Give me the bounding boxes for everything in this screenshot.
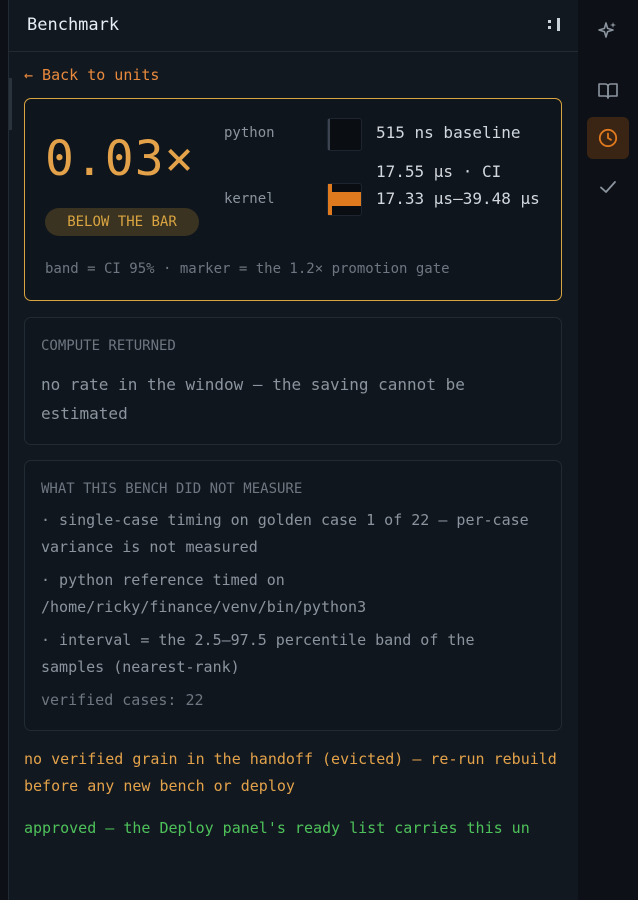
collapse-panel-icon[interactable] [548,18,560,32]
card-caption: WHAT THIS BENCH DID NOT MEASURE [41,481,303,497]
not-measured-card: WHAT THIS BENCH DID NOT MEASURE · single… [24,460,562,731]
check-icon[interactable] [587,166,629,208]
benchmark-summary-card: 0.03× BELOW THE BAR python 515 ns baseli… [24,98,562,301]
promotion-gate-marker [328,184,332,215]
card-caption: COMPUTE RETURNED [41,338,176,354]
back-to-units-link[interactable]: ← Back to units [24,66,159,84]
scrollbar-thumb[interactable] [9,78,12,130]
python-label: python [224,125,275,141]
ci-band [331,192,361,206]
list-item: · interval = the 2.5–97.5 percentile ban… [41,631,475,676]
kernel-bar [327,183,362,216]
compute-message: no rate in the window — the saving canno… [41,375,465,423]
kernel-label: kernel [224,191,275,207]
approved-message: approved — the Deploy panel's ready list… [24,819,530,837]
compute-returned-card: COMPUTE RETURNED no rate in the window —… [24,317,562,445]
legend-note: band = CI 95% · marker = the 1.2× promot… [45,261,450,277]
activity-rail [578,0,638,900]
python-value: 515 ns baseline [376,123,521,142]
book-icon[interactable] [587,70,629,112]
panel-title: Benchmark [27,15,120,35]
benchmark-panel: Benchmark ← Back to units 0.03× BELOW TH… [8,0,579,900]
list-item: · single-case timing on golden case 1 of… [41,511,529,556]
python-bar [327,118,362,151]
handoff-warning: no verified grain in the handoff (evicte… [24,750,557,795]
kernel-value: 17.55 μs · CI 17.33 μs–39.48 μs [376,162,540,208]
clock-icon[interactable] [587,117,629,159]
sparkle-icon[interactable] [587,9,629,51]
list-item: · python reference timed on /home/ricky/… [41,571,367,616]
panel-header: Benchmark [9,0,578,52]
speedup-ratio: 0.03× [45,131,195,187]
status-badge: BELOW THE BAR [45,208,199,236]
verified-cases: verified cases: 22 [41,691,204,709]
